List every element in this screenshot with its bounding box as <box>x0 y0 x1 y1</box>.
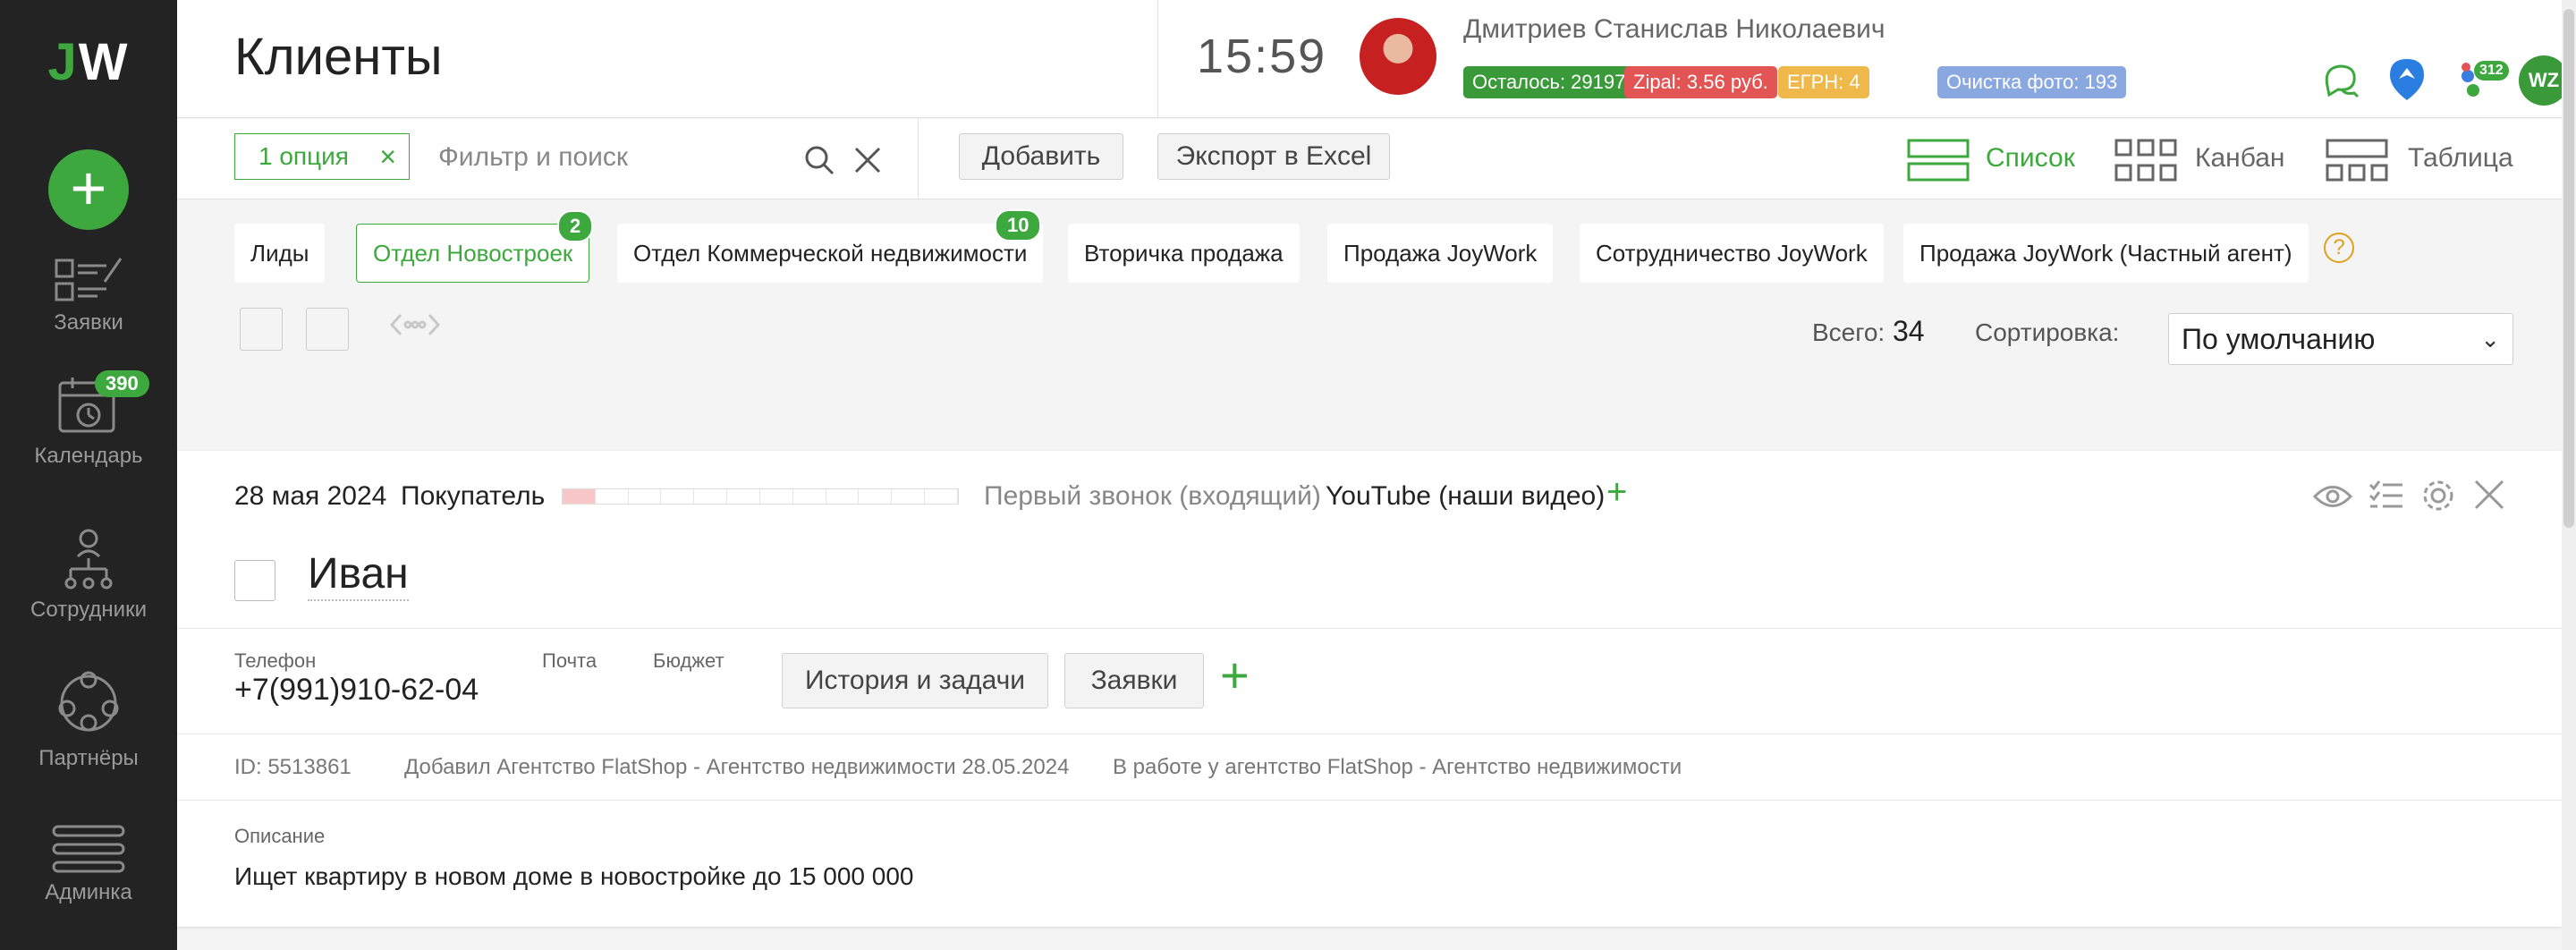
employees-icon <box>64 529 113 590</box>
egrn-badge[interactable]: ЕГРН: 4 <box>1778 66 1869 98</box>
working-agency: В работе у агентство FlatShop - Агентств… <box>1113 755 1682 779</box>
description-value: Ищет квартиру в новом доме в новостройке… <box>234 862 914 890</box>
add-tag-button[interactable]: + <box>1606 472 1627 513</box>
added-by: Добавил Агентство FlatShop - Агентство н… <box>404 755 1070 779</box>
tab-badge: 2 <box>557 210 594 242</box>
filter-area: Лиды Отдел Новостроек 2 Отдел Коммерческ… <box>177 200 2576 451</box>
tab-joywork-sale[interactable]: Продажа JoyWork <box>1327 224 1554 283</box>
add-button[interactable]: + <box>48 149 129 230</box>
sidebar-item-requests[interactable]: Заявки <box>0 255 177 335</box>
add-request-button[interactable]: + <box>1220 646 1250 704</box>
tab-secondary-sale[interactable]: Вторичка продажа <box>1068 224 1300 283</box>
user-avatar[interactable] <box>1360 18 1436 95</box>
card-date: 28 мая 2024 <box>234 481 387 511</box>
clear-search-icon[interactable] <box>853 146 882 174</box>
budget-label: Бюджет <box>653 649 724 672</box>
page-title: Клиенты <box>234 28 443 86</box>
tab-leads[interactable]: Лиды <box>234 224 326 283</box>
toolbar-divider <box>918 119 919 199</box>
progress-segment <box>826 489 860 504</box>
plus-icon: + <box>70 153 107 223</box>
client-card: 28 мая 2024 Покупатель Первый звонок (вх… <box>177 451 2562 927</box>
filter-chip[interactable]: 1 опция × <box>234 133 410 180</box>
checklist-icon[interactable] <box>2368 479 2404 512</box>
sidebar: JW + Заявки Календарь 390 Сотрудники Пар… <box>0 0 177 950</box>
progress-segment <box>563 489 596 504</box>
card-call-type[interactable]: Первый звонок (входящий) <box>984 481 1321 512</box>
progress-segment <box>727 489 760 504</box>
progress-segment <box>859 489 893 504</box>
client-id: ID: 5513861 <box>234 755 352 779</box>
tab-joywork-private-agent[interactable]: Продажа JoyWork (Частный агент) <box>1903 224 2309 283</box>
app-logo[interactable]: JW <box>0 32 177 92</box>
header: Клиенты 15:59 Дмитриев Станислав Николае… <box>177 0 2576 118</box>
sort-select[interactable]: По умолчанию ⌄ <box>2168 313 2513 365</box>
tab-commercial[interactable]: Отдел Коммерческой недвижимости 10 <box>617 209 1044 283</box>
progress-segment <box>925 489 958 504</box>
question-icon[interactable]: ? <box>2324 233 2354 263</box>
email-label: Почта <box>542 649 597 672</box>
close-icon[interactable]: × <box>379 134 396 179</box>
calendar-badge: 390 <box>95 370 149 397</box>
scrollbar-thumb[interactable] <box>2563 9 2574 528</box>
progress-segment <box>760 489 793 504</box>
progress-segment <box>892 489 926 504</box>
code-icon[interactable] <box>390 311 440 338</box>
sidebar-item-partners[interactable]: Партнёры <box>0 667 177 771</box>
kanban-view-icon <box>2114 139 2177 182</box>
card-role[interactable]: Покупатель <box>401 481 545 512</box>
sort-label: Сортировка: <box>1975 318 2120 346</box>
progress-segment <box>661 489 695 504</box>
progress-segment <box>793 489 826 504</box>
add-record-button[interactable]: Добавить <box>959 133 1123 180</box>
eye-icon[interactable] <box>2313 483 2352 510</box>
card-source[interactable]: YouTube (наши видео) <box>1326 481 1605 512</box>
select-all-checkbox[interactable] <box>240 308 283 351</box>
tab-joywork-cooperation[interactable]: Сотрудничество JoyWork <box>1580 224 1884 283</box>
clock: 15:59 <box>1197 30 1327 83</box>
gear-icon[interactable] <box>2420 478 2456 513</box>
search-input[interactable] <box>436 135 794 180</box>
admin-icon <box>52 825 125 873</box>
sidebar-item-calendar[interactable]: Календарь 390 <box>0 370 177 469</box>
location-icon[interactable] <box>2388 57 2426 102</box>
description-label: Описание <box>234 825 326 847</box>
tab-badge: 10 <box>995 209 1042 242</box>
notifications-icon[interactable]: 312 <box>2460 61 2509 102</box>
divider <box>177 800 2562 801</box>
table-view-icon <box>2326 139 2388 182</box>
close-icon[interactable] <box>2474 479 2504 510</box>
phone-value[interactable]: +7(991)910-62-04 <box>234 673 479 708</box>
stage-progress-bar[interactable] <box>562 488 959 505</box>
partners-icon <box>58 671 119 732</box>
header-divider <box>1157 0 1158 118</box>
notifications-badge: 312 <box>2474 61 2509 81</box>
card-checkbox[interactable] <box>234 560 275 601</box>
progress-segment <box>629 489 662 504</box>
toolbar: 1 опция × Добавить Экспорт в Excel Списо… <box>177 119 2576 199</box>
progress-segment <box>596 489 629 504</box>
client-name[interactable]: Иван <box>308 549 409 601</box>
bulk-action-checkbox[interactable] <box>306 308 349 351</box>
requests-icon <box>55 258 123 301</box>
export-excel-button[interactable]: Экспорт в Excel <box>1157 133 1390 180</box>
history-tasks-button[interactable]: История и задачи <box>782 653 1048 708</box>
photo-cleanup-badge[interactable]: Очистка фото: 193 <box>1937 66 2127 98</box>
total-label: Всего: <box>1812 318 1885 346</box>
search-icon[interactable] <box>803 144 835 176</box>
sidebar-item-employees[interactable]: Сотрудники <box>0 528 177 623</box>
user-name[interactable]: Дмитриев Станислав Николаевич <box>1463 14 1885 45</box>
divider <box>177 628 2562 629</box>
requests-button[interactable]: Заявки <box>1064 653 1204 708</box>
zipal-badge[interactable]: Zipal: 3.56 руб. <box>1624 66 1777 98</box>
list-view-icon <box>1907 139 1970 182</box>
phone-label: Телефон <box>234 649 317 672</box>
total-value: 34 <box>1893 315 1925 347</box>
tab-new-buildings[interactable]: Отдел Новостроек 2 <box>356 210 594 283</box>
progress-segment <box>694 489 728 504</box>
chat-icon[interactable] <box>2322 63 2360 98</box>
chevron-down-icon: ⌄ <box>2480 326 2500 352</box>
sidebar-item-admin[interactable]: Админка <box>0 823 177 905</box>
